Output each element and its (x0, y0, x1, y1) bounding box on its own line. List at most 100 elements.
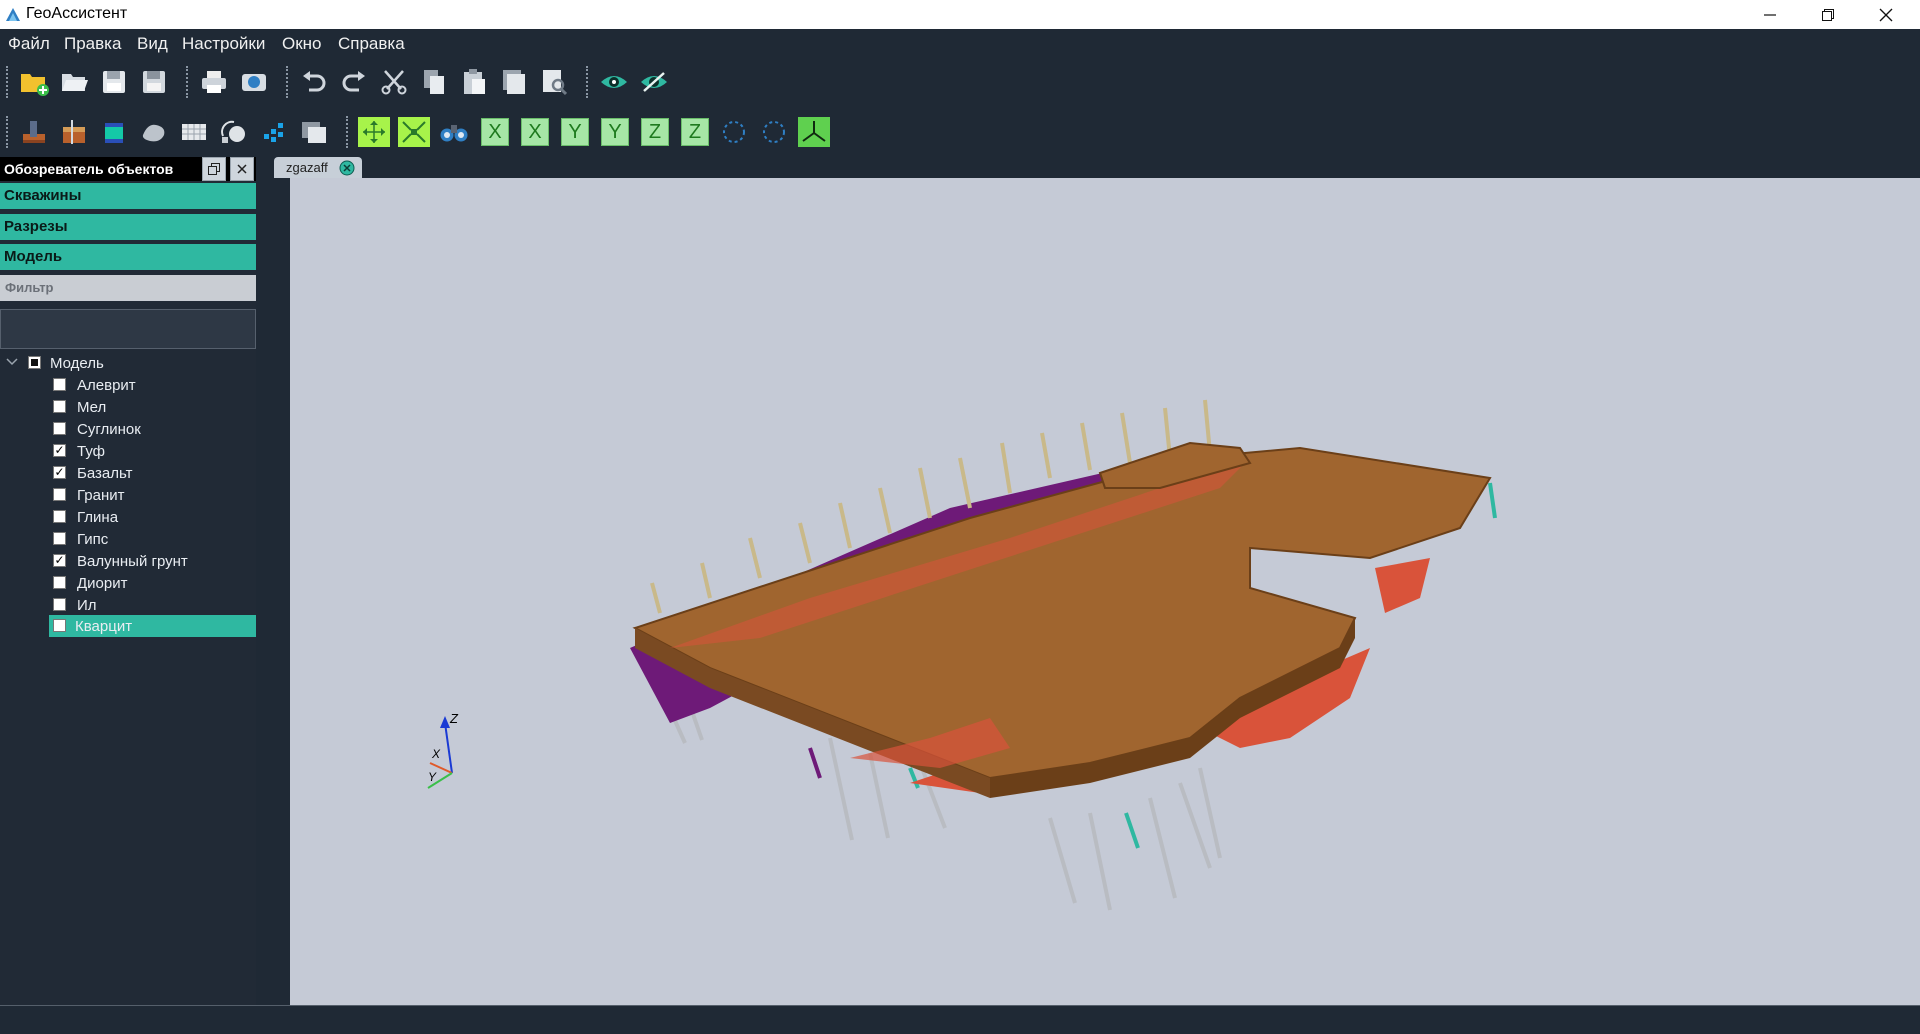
checkbox[interactable] (53, 378, 66, 391)
show-button[interactable] (598, 66, 630, 98)
cut-icon (381, 70, 407, 95)
print-button[interactable] (198, 66, 230, 98)
paste-button[interactable] (458, 66, 490, 98)
rotate-cw-button[interactable] (718, 116, 750, 148)
tab-zgazaff[interactable]: zgazaff (274, 157, 362, 178)
minimize-icon (1764, 13, 1776, 16)
filter-input[interactable] (0, 309, 256, 349)
layers-icon (302, 122, 326, 143)
checkbox[interactable] (53, 400, 66, 413)
grid-icon (182, 124, 206, 140)
section-button[interactable] (58, 116, 90, 148)
point-cloud-button[interactable] (258, 116, 290, 148)
rotate-ccw-icon (763, 121, 785, 143)
tab-close-icon[interactable] (339, 160, 355, 176)
view-x-minus-button[interactable]: X (521, 118, 549, 146)
binoculars-button[interactable] (438, 116, 470, 148)
checkbox[interactable] (53, 488, 66, 501)
status-bar (0, 1005, 1920, 1034)
panel-close-button[interactable] (230, 157, 254, 181)
screenshot-button[interactable] (238, 66, 270, 98)
new-file-icon (21, 74, 49, 96)
paste-icon (464, 69, 485, 94)
view-x-plus-button[interactable]: X (481, 118, 509, 146)
checkbox-checked[interactable]: ✓ (53, 466, 66, 479)
section-cross-sections[interactable]: Разрезы (0, 214, 256, 240)
surface-button[interactable] (138, 116, 170, 148)
show-icon (601, 76, 627, 88)
redo-button[interactable] (338, 66, 370, 98)
object-explorer-panel: Скважины Разрезы Модель Фильтр Модель Ал… (0, 181, 256, 1005)
menu-settings[interactable]: Настройки (182, 34, 265, 54)
rotate-object-button[interactable] (218, 116, 250, 148)
undo-button[interactable] (298, 66, 330, 98)
close-button[interactable] (1857, 0, 1915, 29)
section-boreholes[interactable]: Скважины (0, 183, 256, 209)
screenshot-icon (242, 74, 266, 91)
document-tab-bar: zgazaff (256, 157, 1920, 178)
save-button[interactable] (98, 66, 130, 98)
menu-edit[interactable]: Правка (64, 34, 121, 54)
list-item-label: Туф (77, 443, 105, 460)
redo-icon (342, 71, 365, 92)
hide-button[interactable] (638, 66, 670, 98)
checkbox[interactable] (53, 598, 66, 611)
save-as-button[interactable] (138, 66, 170, 98)
axis-y-label: Y (428, 770, 437, 784)
checkbox[interactable] (53, 510, 66, 523)
fit-all-button[interactable] (358, 117, 390, 147)
borehole-button[interactable] (18, 116, 50, 148)
view-z-minus-button[interactable]: Z (681, 118, 709, 146)
restore-button[interactable] (1799, 0, 1857, 29)
checkbox[interactable] (53, 532, 66, 545)
axes-view-button[interactable] (798, 117, 830, 147)
tree-root-label: Модель (50, 355, 104, 372)
minimize-button[interactable] (1741, 0, 1799, 29)
list-item-label: Глина (77, 509, 119, 526)
rotate-ccw-button[interactable] (758, 116, 790, 148)
layer-cube-button[interactable] (98, 116, 130, 148)
checkbox[interactable] (53, 422, 66, 435)
list-item-label: Ил (77, 597, 97, 614)
open-button[interactable] (58, 66, 90, 98)
3d-viewport[interactable]: Z X Y (290, 178, 1920, 1005)
new-file-button[interactable] (18, 66, 50, 98)
save-as-icon (143, 71, 165, 93)
app-logo-icon (6, 8, 20, 21)
grid-button[interactable] (178, 116, 210, 148)
geological-model-render[interactable]: Z X Y (290, 178, 1920, 1005)
borehole-icon (23, 121, 45, 143)
red-layer-notch (1375, 558, 1430, 613)
undo-icon (303, 71, 326, 92)
copy-window-button[interactable] (498, 66, 530, 98)
rotate-cw-icon (723, 121, 745, 143)
view-z-plus-button[interactable]: Z (641, 118, 669, 146)
model-checkbox[interactable] (28, 356, 41, 369)
toolbar-separator (6, 116, 10, 148)
checkbox[interactable] (53, 576, 66, 589)
list-item-label: Суглинок (77, 421, 141, 438)
list-item-quartzite-selected[interactable]: Кварцит (49, 615, 256, 637)
menu-help[interactable]: Справка (338, 34, 405, 54)
fit-selected-button[interactable] (398, 117, 430, 147)
list-item-label: Мел (77, 399, 107, 416)
view-y-plus-button[interactable]: Y (561, 118, 589, 146)
cut-button[interactable] (378, 66, 410, 98)
menu-window[interactable]: Окно (282, 34, 322, 54)
panel-float-button[interactable] (202, 157, 226, 181)
view-y-minus-button[interactable]: Y (601, 118, 629, 146)
checkbox-checked[interactable]: ✓ (53, 444, 66, 457)
print-preview-button[interactable] (538, 66, 570, 98)
checkbox[interactable] (53, 619, 66, 632)
menu-file[interactable]: Файл (8, 34, 50, 54)
layers-button[interactable] (298, 116, 330, 148)
binoculars-icon (440, 125, 468, 142)
copy-button[interactable] (418, 66, 450, 98)
list-item-label: Гранит (77, 487, 125, 504)
section-model[interactable]: Модель (0, 244, 256, 270)
checkbox-checked[interactable]: ✓ (53, 554, 66, 567)
toolbar-separator (6, 66, 10, 98)
layer-cube-icon (105, 123, 123, 143)
menu-view[interactable]: Вид (137, 34, 168, 54)
chevron-down-icon[interactable] (6, 357, 18, 367)
